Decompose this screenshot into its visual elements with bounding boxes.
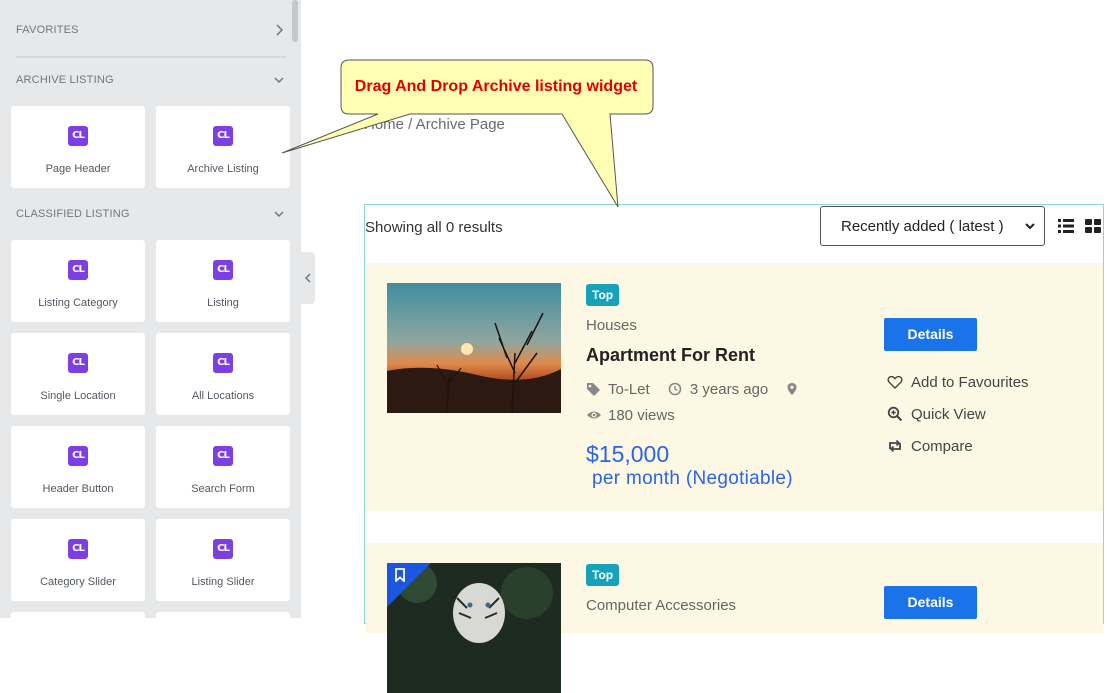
listing-meta-row: To-Let 3 years ago bbox=[586, 381, 808, 398]
tags-icon bbox=[586, 382, 602, 396]
add-to-favourites-link[interactable]: Add to Favourites bbox=[887, 374, 1029, 391]
widget-tile-all-locations[interactable]: CL All Locations bbox=[156, 333, 290, 415]
classified-listing-icon: CL bbox=[68, 539, 88, 559]
sort-select-value: Recently added ( latest ) bbox=[841, 218, 1004, 235]
chevron-down-icon[interactable] bbox=[272, 204, 286, 227]
classified-listing-title: CLASSIFIED LISTING bbox=[16, 208, 130, 220]
widget-tile-header-button[interactable]: CL Header Button bbox=[11, 426, 145, 508]
top-badge: Top bbox=[586, 564, 620, 586]
classified-listing-icon: CL bbox=[213, 539, 233, 559]
classified-listing-icon: CL bbox=[213, 353, 233, 373]
chevron-left-icon bbox=[304, 273, 311, 283]
chevron-right-icon[interactable] bbox=[274, 20, 286, 43]
clock-icon bbox=[668, 382, 684, 396]
heart-icon bbox=[887, 374, 905, 390]
widget-tile-archive-listing[interactable]: CL Archive Listing bbox=[156, 106, 290, 188]
archive-listing-section-header[interactable]: ARCHIVE LISTING bbox=[16, 70, 286, 90]
grid-view-icon[interactable] bbox=[1085, 219, 1101, 233]
tile-label: Category Slider bbox=[40, 576, 116, 588]
map-marker-icon bbox=[786, 382, 802, 396]
favorites-section-header[interactable]: FAVORITES bbox=[16, 20, 286, 40]
classified-listing-icon: CL bbox=[213, 260, 233, 280]
listing-price: $15,000 bbox=[586, 441, 670, 467]
retweet-compare-icon bbox=[887, 438, 905, 454]
compare-link[interactable]: Compare bbox=[887, 438, 973, 455]
listing-title-link[interactable]: Apartment For Rent bbox=[586, 345, 755, 366]
sort-select[interactable]: Recently added ( latest ) bbox=[820, 206, 1045, 246]
tile-label: Listing Category bbox=[38, 297, 118, 309]
bookmark-icon[interactable] bbox=[394, 568, 406, 587]
add-to-favourites-label: Add to Favourites bbox=[911, 374, 1029, 391]
tile-label: All Locations bbox=[191, 390, 255, 402]
listing-card: Top Computer Accessories Details bbox=[366, 543, 1103, 693]
tile-label: Archive Listing bbox=[187, 163, 259, 175]
sidebar-collapse-toggle[interactable] bbox=[301, 252, 315, 304]
favorites-title: FAVORITES bbox=[16, 24, 79, 36]
breadcrumb: Home / Archive Page bbox=[364, 116, 505, 133]
listing-views: 180 views bbox=[608, 407, 675, 424]
widget-tile[interactable] bbox=[156, 612, 290, 618]
result-count: Showing all 0 results bbox=[365, 219, 503, 236]
tile-label: Header Button bbox=[42, 483, 114, 495]
classified-listing-icon: CL bbox=[68, 260, 88, 280]
classified-listing-icon: CL bbox=[68, 353, 88, 373]
tile-label: Single Location bbox=[40, 390, 116, 402]
zoom-in-icon bbox=[887, 406, 905, 422]
widget-tile[interactable] bbox=[11, 612, 145, 618]
eye-icon bbox=[586, 408, 602, 422]
widget-tile-listing-category[interactable]: CL Listing Category bbox=[11, 240, 145, 322]
listing-price-period: per month (Negotiable) bbox=[592, 468, 793, 489]
widget-tile-listing-slider[interactable]: CL Listing Slider bbox=[156, 519, 290, 601]
tile-label: Listing bbox=[207, 297, 239, 309]
listing-thumbnail-image[interactable] bbox=[387, 283, 561, 413]
archive-listing-title: ARCHIVE LISTING bbox=[16, 74, 114, 86]
listing-category-link[interactable]: Computer Accessories bbox=[586, 597, 736, 614]
sidebar-scrollbar[interactable] bbox=[292, 0, 298, 42]
details-button[interactable]: Details bbox=[884, 318, 977, 351]
classified-listing-section-header[interactable]: CLASSIFIED LISTING bbox=[16, 204, 286, 224]
top-badge: Top bbox=[586, 284, 620, 306]
widget-sidebar: FAVORITES ARCHIVE LISTING CL Page Header… bbox=[0, 0, 301, 618]
widget-tile-single-location[interactable]: CL Single Location bbox=[11, 333, 145, 415]
section-divider bbox=[16, 56, 286, 58]
chevron-down-icon[interactable] bbox=[272, 70, 286, 93]
listing-thumbnail-image[interactable] bbox=[387, 563, 561, 693]
listing-posted-time: 3 years ago bbox=[689, 381, 769, 398]
widget-tile-category-slider[interactable]: CL Category Slider bbox=[11, 519, 145, 601]
chevron-down-icon bbox=[1024, 217, 1036, 238]
list-view-icon[interactable] bbox=[1058, 219, 1074, 233]
callout-text: Drag And Drop Archive listing widget bbox=[354, 78, 638, 95]
listing-views-row: 180 views bbox=[586, 407, 675, 424]
widget-tile-search-form[interactable]: CL Search Form bbox=[156, 426, 290, 508]
tile-label: Listing Slider bbox=[191, 576, 255, 588]
quick-view-label: Quick View bbox=[911, 406, 986, 423]
classified-listing-icon: CL bbox=[213, 446, 233, 466]
tile-label: Search Form bbox=[191, 483, 255, 495]
classified-listing-icon: CL bbox=[68, 126, 88, 146]
listing-type: To-Let bbox=[608, 381, 650, 398]
archive-listing-widget: Showing all 0 results Recently added ( l… bbox=[364, 204, 1104, 693]
listing-category-link[interactable]: Houses bbox=[586, 317, 637, 334]
widget-tile-listing[interactable]: CL Listing bbox=[156, 240, 290, 322]
details-button[interactable]: Details bbox=[884, 586, 977, 619]
tile-label: Page Header bbox=[45, 163, 111, 175]
compare-label: Compare bbox=[911, 438, 973, 455]
listing-card: Top Houses Apartment For Rent To-Let 3 y… bbox=[366, 263, 1103, 511]
classified-listing-icon: CL bbox=[213, 126, 233, 146]
quick-view-link[interactable]: Quick View bbox=[887, 406, 986, 423]
classified-listing-icon: CL bbox=[68, 446, 88, 466]
widget-tile-page-header[interactable]: CL Page Header bbox=[11, 106, 145, 188]
